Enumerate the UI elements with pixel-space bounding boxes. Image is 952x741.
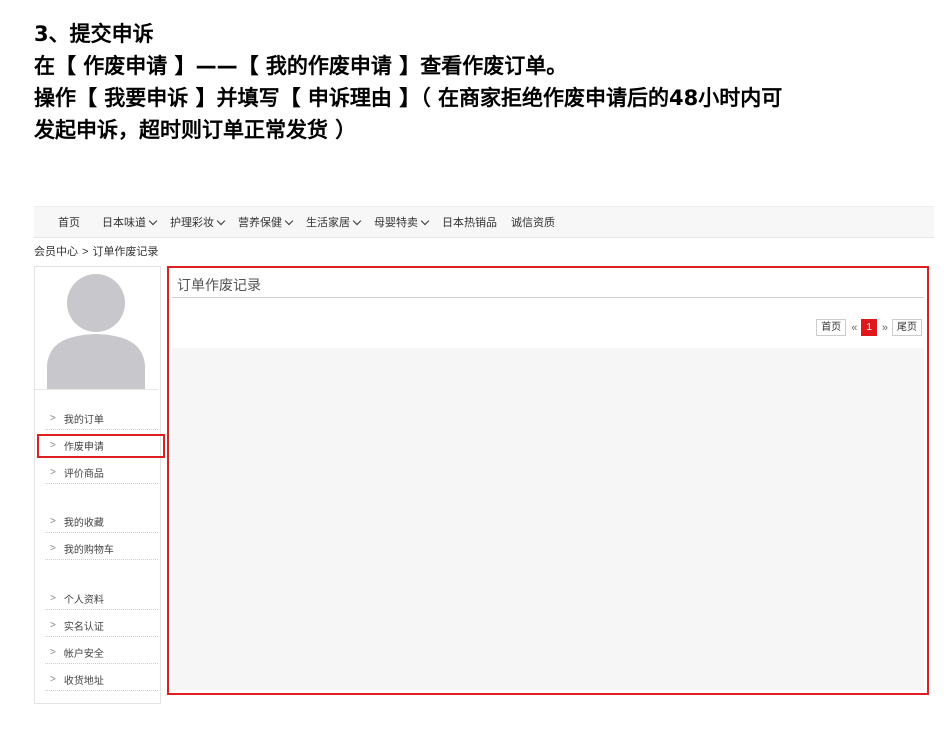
nav-item-mother-baby[interactable]: 母婴特卖	[374, 214, 430, 230]
screenshot-panel: 首页 日本味道 护理彩妆 营养保健 生活家居 母婴特卖 日本热销品 诚信资质 会…	[34, 206, 934, 706]
sidebar-item-favorites[interactable]: > 我的收藏	[45, 510, 158, 533]
breadcrumb-separator: >	[82, 246, 89, 258]
sidebar-item-shipping-address[interactable]: > 收货地址	[45, 668, 158, 691]
top-nav: 首页 日本味道 护理彩妆 营养保健 生活家居 母婴特卖 日本热销品 诚信资质	[34, 206, 934, 238]
chevron-right-icon: >	[50, 646, 56, 658]
main-highlight-box: 订单作废记录 首页 « 1 » 尾页	[167, 266, 929, 695]
nav-item-japan-bestsellers[interactable]: 日本热销品	[442, 214, 497, 230]
instructions: 3、提交申诉 在【 作废申请 】——【 我的作废申请 】查看作废订单。 操作【 …	[34, 18, 934, 146]
chevron-right-icon: >	[50, 619, 56, 631]
chevron-right-icon: >	[50, 592, 56, 604]
page-prev-icon[interactable]: «	[851, 322, 857, 334]
title-divider	[172, 297, 924, 298]
nav-item-japan-taste[interactable]: 日本味道	[102, 214, 158, 230]
breadcrumb-current: 订单作废记录	[92, 246, 159, 258]
user-silhouette-icon	[47, 274, 145, 389]
chevron-right-icon: >	[50, 542, 56, 554]
void-records-panel: 订单作废记录 首页 « 1 » 尾页	[172, 271, 924, 690]
breadcrumb-home[interactable]: 会员中心	[34, 246, 78, 258]
page-first-button[interactable]: 首页	[816, 319, 847, 336]
sidebar-item-realname-verify[interactable]: > 实名认证	[45, 614, 158, 637]
nav-item-home-living[interactable]: 生活家居	[306, 214, 362, 230]
sidebar-item-void-request[interactable]: > 作废申请	[45, 434, 158, 457]
breadcrumb: 会员中心 > 订单作废记录	[34, 243, 162, 259]
sidebar-item-review-products[interactable]: > 评价商品	[45, 461, 158, 484]
nav-item-nutrition[interactable]: 营养保健	[238, 214, 294, 230]
nav-item-credentials[interactable]: 诚信资质	[511, 214, 555, 230]
page-current-button[interactable]: 1	[861, 319, 877, 336]
chevron-down-icon	[148, 216, 158, 225]
chevron-down-icon	[420, 216, 430, 225]
pagination: 首页 « 1 » 尾页	[812, 319, 922, 336]
chevron-right-icon: >	[50, 466, 56, 478]
chevron-down-icon	[284, 216, 294, 225]
step-title: 3、提交申诉	[34, 22, 154, 46]
sidebar-item-account-security[interactable]: > 帐户安全	[45, 641, 158, 664]
nav-item-home[interactable]: 首页	[58, 214, 80, 230]
avatar	[35, 267, 158, 390]
page-next-icon[interactable]: »	[882, 322, 888, 334]
sidebar-item-my-orders[interactable]: > 我的订单	[45, 407, 158, 430]
chevron-right-icon: >	[50, 412, 56, 424]
page-last-button[interactable]: 尾页	[892, 319, 922, 336]
chevron-right-icon: >	[50, 515, 56, 527]
sidebar: > 我的订单 > 作废申请 > 评价商品 > 我的收藏 > 我的购物车 > 个人资料 > 实名…	[34, 266, 161, 704]
chevron-down-icon	[216, 216, 226, 225]
instruction-line-3: 发起申诉，超时则订单正常发货 ）	[34, 118, 357, 142]
sidebar-item-profile[interactable]: > 个人资料	[45, 587, 158, 610]
panel-header: 订单作废记录 首页 « 1 » 尾页	[172, 271, 924, 348]
chevron-right-icon: >	[50, 439, 56, 451]
chevron-right-icon: >	[50, 673, 56, 685]
sidebar-item-cart[interactable]: > 我的购物车	[45, 537, 158, 560]
chevron-down-icon	[352, 216, 362, 225]
instruction-line-1: 在【 作废申请 】——【 我的作废申请 】查看作废订单。	[34, 54, 568, 78]
page-title: 订单作废记录	[177, 277, 261, 293]
instruction-line-2: 操作【 我要申诉 】并填写【 申诉理由 】（ 在商家拒绝作废申请后的48小时内可	[34, 86, 783, 110]
nav-item-care-makeup[interactable]: 护理彩妆	[170, 214, 226, 230]
